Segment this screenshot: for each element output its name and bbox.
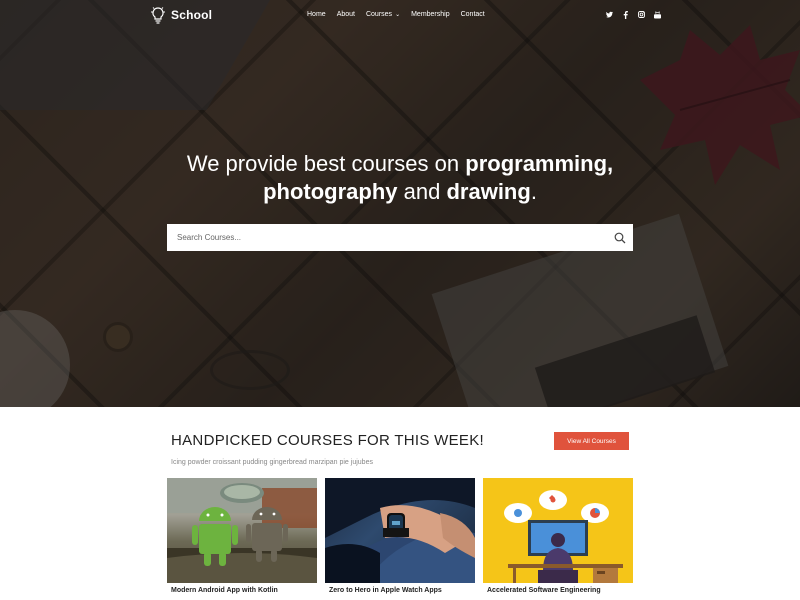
course-card[interactable]: Zero to Hero in Apple Watch Apps: [325, 478, 475, 600]
menu-item-about[interactable]: About: [337, 11, 355, 18]
software-engineer-illustration: [483, 478, 633, 583]
hero-text-drawing: drawing: [446, 179, 531, 204]
hero-banner: School Home About Courses ⌄ Membership Co…: [0, 0, 800, 407]
apple-watch-illustration: [325, 478, 475, 583]
course-title[interactable]: Zero to Hero in Apple Watch Apps: [329, 587, 442, 594]
course-card[interactable]: Modern Android App with Kotlin: [167, 478, 317, 600]
hero-headline: We provide best courses on programming, …: [0, 150, 800, 206]
course-card-image[interactable]: [167, 478, 317, 583]
hero-headline-line2: photography and drawing.: [263, 179, 537, 204]
view-all-courses-button[interactable]: View All Courses: [554, 432, 629, 450]
instagram-icon[interactable]: [638, 11, 645, 18]
hero-text-and: and: [403, 179, 441, 204]
twitter-icon[interactable]: [606, 11, 613, 18]
course-card-image[interactable]: [325, 478, 475, 583]
menu-item-contact[interactable]: Contact: [461, 11, 485, 18]
top-nav: School Home About Courses ⌄ Membership Co…: [0, 0, 800, 32]
course-card[interactable]: Accelerated Software Engineering: [483, 478, 633, 600]
hero-text-programming: programming,: [465, 151, 614, 176]
menu-item-courses-label: Courses: [365, 11, 393, 18]
search-input[interactable]: [167, 224, 607, 251]
course-title[interactable]: Modern Android App with Kotlin: [171, 587, 278, 594]
site-logo[interactable]: School: [150, 6, 212, 24]
course-card-image[interactable]: [483, 478, 633, 583]
course-search-bar: [167, 224, 633, 251]
menu-item-home[interactable]: Home: [307, 11, 326, 18]
hero-text-light: We provide best courses on: [186, 151, 460, 176]
menu-item-courses[interactable]: Courses ⌄: [366, 11, 400, 18]
main-menu: Home About Courses ⌄ Membership Contact: [307, 11, 496, 18]
facebook-icon[interactable]: [622, 11, 629, 19]
android-figures-illustration: [167, 478, 317, 583]
chevron-down-icon: ⌄: [395, 12, 401, 18]
search-icon[interactable]: [607, 224, 633, 251]
hero-text-photography: photography: [263, 179, 398, 204]
section-subtitle: Icing powder croissant pudding gingerbre…: [171, 459, 373, 466]
section-title: HANDPICKED COURSES FOR THIS WEEK!: [171, 432, 484, 449]
hero-text-period: .: [530, 179, 537, 204]
site-logo-text: School: [171, 8, 213, 22]
menu-item-membership[interactable]: Membership: [411, 11, 450, 18]
course-title[interactable]: Accelerated Software Engineering: [487, 587, 601, 594]
youtube-icon[interactable]: [654, 11, 661, 19]
hero-headline-line1: We provide best courses on programming,: [187, 151, 613, 176]
social-links: [606, 11, 661, 19]
lightbulb-icon: [151, 7, 165, 24]
course-cards: Modern Android App with Kotlin Zero to H…: [167, 478, 633, 600]
